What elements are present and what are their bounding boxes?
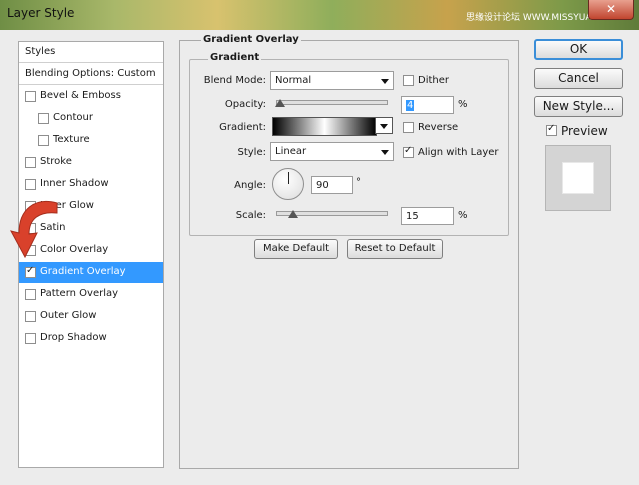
align-with-layer-checkbox[interactable] <box>403 145 414 158</box>
sidebar-item-label: Texture <box>53 134 90 145</box>
scale-slider-thumb[interactable] <box>287 210 298 218</box>
reverse-label: Reverse <box>418 122 459 133</box>
close-icon: ✕ <box>605 2 617 16</box>
layer-style-dialog: Styles Blending Options: Custom Bevel & … <box>0 30 639 485</box>
sidebar-item-label: Contour <box>53 112 93 123</box>
sidebar-item-drop-shadow[interactable]: Drop Shadow <box>19 328 163 349</box>
annotation-arrow-icon <box>10 201 58 259</box>
bevel-emboss-checkbox[interactable] <box>25 91 36 102</box>
blending-options-label: Blending Options: Custom <box>25 68 156 79</box>
drop-shadow-checkbox[interactable] <box>25 333 36 344</box>
opacity-slider-thumb[interactable] <box>275 99 286 107</box>
inner-shadow-checkbox[interactable] <box>25 179 36 190</box>
outer-glow-checkbox[interactable] <box>25 311 36 322</box>
scale-unit: % <box>458 210 468 221</box>
style-value: Linear <box>275 146 307 157</box>
dropdown-arrow-icon <box>381 79 389 84</box>
contour-checkbox[interactable] <box>38 113 49 124</box>
group-title: Gradient <box>208 52 262 63</box>
angle-input[interactable]: 90 <box>311 176 353 194</box>
scale-label: Scale: <box>235 210 266 221</box>
title-bar: Layer Style 思缘设计论坛 WWW.MISSYUAN.COM ✕ <box>0 0 639 30</box>
window-title: Layer Style <box>7 6 75 20</box>
opacity-value: 4 <box>406 100 415 111</box>
opacity-unit: % <box>458 99 468 110</box>
make-default-button[interactable]: Make Default <box>254 239 338 259</box>
close-button[interactable]: ✕ <box>588 0 634 20</box>
reset-to-default-button[interactable]: Reset to Default <box>347 239 443 259</box>
blend-mode-label: Blend Mode: <box>203 75 266 86</box>
angle-dial-icon[interactable] <box>272 168 304 200</box>
angle-label: Angle: <box>234 180 266 191</box>
gradient-swatch[interactable] <box>272 117 377 136</box>
stroke-checkbox[interactable] <box>25 157 36 168</box>
styles-header[interactable]: Styles <box>19 42 163 63</box>
scale-value: 15 <box>406 211 419 222</box>
dither-checkbox[interactable] <box>403 75 414 86</box>
style-select[interactable]: Linear <box>270 142 394 161</box>
scale-input[interactable]: 15 <box>401 207 454 225</box>
texture-checkbox[interactable] <box>38 135 49 146</box>
preview-checkbox[interactable] <box>546 123 557 136</box>
gradient-label: Gradient: <box>219 122 266 133</box>
sidebar-item-texture[interactable]: Texture <box>19 130 163 151</box>
sidebar-item-outer-glow[interactable]: Outer Glow <box>19 306 163 327</box>
angle-unit: ° <box>356 177 361 188</box>
dropdown-arrow-icon <box>381 150 389 155</box>
preview-label: Preview <box>561 124 608 138</box>
opacity-input[interactable]: 4 <box>401 96 454 114</box>
ok-button[interactable]: OK <box>534 39 623 60</box>
sidebar-item-label: Outer Glow <box>40 310 97 321</box>
sidebar-item-label: Inner Shadow <box>40 178 109 189</box>
cancel-button[interactable]: Cancel <box>534 68 623 89</box>
section-title: Gradient Overlay <box>201 34 301 45</box>
sidebar-item-label: Stroke <box>40 156 72 167</box>
new-style-button[interactable]: New Style... <box>534 96 623 117</box>
blend-mode-value: Normal <box>275 75 312 86</box>
sidebar-item-bevel-emboss[interactable]: Bevel & Emboss <box>19 86 163 107</box>
dither-label: Dither <box>418 75 450 86</box>
gradient-dropdown-button[interactable] <box>375 117 393 134</box>
sidebar-item-label: Pattern Overlay <box>40 288 119 299</box>
style-label: Style: <box>237 147 267 158</box>
angle-value: 90 <box>316 180 329 191</box>
sidebar-item-inner-shadow[interactable]: Inner Shadow <box>19 174 163 195</box>
style-preview <box>545 145 611 211</box>
blending-options-item[interactable]: Blending Options: Custom <box>19 64 163 85</box>
reverse-checkbox[interactable] <box>403 122 414 133</box>
align-with-layer-label: Align with Layer <box>418 147 499 158</box>
opacity-label: Opacity: <box>224 99 266 110</box>
preview-swatch <box>562 162 594 194</box>
opacity-slider[interactable] <box>276 100 388 105</box>
sidebar-item-pattern-overlay[interactable]: Pattern Overlay <box>19 284 163 305</box>
pattern-overlay-checkbox[interactable] <box>25 289 36 300</box>
sidebar-item-label: Bevel & Emboss <box>40 90 121 101</box>
blend-mode-select[interactable]: Normal <box>270 71 394 90</box>
sidebar-item-stroke[interactable]: Stroke <box>19 152 163 173</box>
styles-header-label: Styles <box>25 46 56 57</box>
sidebar-item-contour[interactable]: Contour <box>19 108 163 129</box>
sidebar-item-label: Drop Shadow <box>40 332 107 343</box>
